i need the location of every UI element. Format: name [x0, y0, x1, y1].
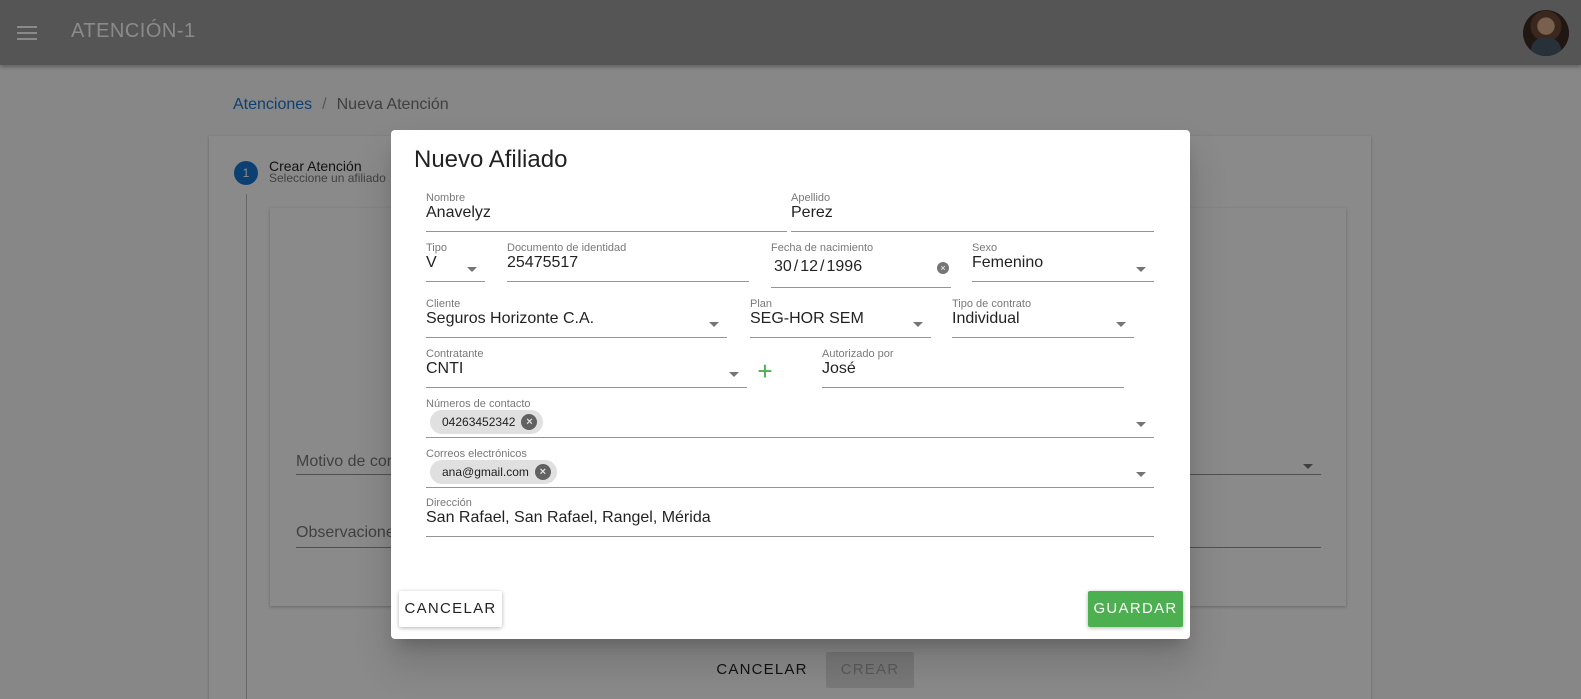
- arrow-drop-down-icon[interactable]: [709, 322, 719, 327]
- tipo-contrato-value: Individual: [952, 310, 1020, 327]
- fecha-input[interactable]: 30/12/1996: [774, 258, 864, 276]
- fecha-sep: /: [793, 258, 799, 275]
- correos-field[interactable]: Correos electrónicos ana@gmail.com ×: [426, 448, 1154, 488]
- plan-value: SEG-HOR SEM: [750, 310, 864, 327]
- chip-label: 04263452342: [442, 415, 516, 429]
- arrow-drop-down-icon[interactable]: [467, 267, 477, 272]
- new-affiliate-dialog: Nuevo Afiliado Nombre Anavelyz Apellido …: [391, 130, 1190, 639]
- dialog-title: Nuevo Afiliado: [414, 146, 568, 173]
- correos-underline: [426, 487, 1154, 488]
- fecha-underline: [771, 287, 951, 288]
- tipo-select[interactable]: Tipo V: [426, 242, 485, 282]
- apellido-underline: [791, 231, 1154, 232]
- sexo-label: Sexo: [972, 242, 998, 254]
- documento-label: Documento de identidad: [507, 242, 627, 254]
- fecha-label: Fecha de nacimiento: [771, 242, 874, 254]
- cancel-circle-icon[interactable]: ×: [534, 464, 551, 480]
- autorizado-input[interactable]: José: [822, 360, 856, 378]
- tipo-underline: [426, 281, 485, 282]
- plan-select[interactable]: Plan SEG-HOR SEM: [750, 298, 931, 338]
- numeros-underline: [426, 437, 1154, 438]
- autorizado-underline: [822, 387, 1124, 388]
- arrow-drop-down-icon[interactable]: [1116, 322, 1126, 327]
- chip-label: ana@gmail.com: [442, 465, 529, 479]
- apellido-input[interactable]: Perez: [791, 204, 833, 222]
- arrow-drop-down-icon[interactable]: [1136, 472, 1146, 477]
- plan-label: Plan: [750, 298, 773, 310]
- fecha-month[interactable]: 12: [800, 258, 818, 275]
- arrow-drop-down-icon[interactable]: [729, 372, 739, 377]
- fecha-sep: /: [820, 258, 825, 275]
- clear-circle-icon[interactable]: ×: [937, 262, 949, 274]
- numeros-label: Números de contacto: [426, 398, 531, 410]
- tipo-label: Tipo: [426, 242, 447, 254]
- nombre-label: Nombre: [426, 192, 466, 204]
- contratante-underline: [426, 387, 747, 388]
- nombre-underline: [426, 231, 787, 232]
- documento-underline: [507, 281, 749, 282]
- arrow-drop-down-icon[interactable]: [1136, 422, 1146, 427]
- sexo-value: Femenino: [972, 254, 1044, 271]
- nombre-field[interactable]: Nombre Anavelyz: [426, 192, 787, 232]
- tipo-contrato-underline: [952, 337, 1134, 338]
- direccion-input[interactable]: San Rafael, San Rafael, Rangel, Mérida: [426, 509, 711, 527]
- save-button[interactable]: GUARDAR: [1088, 591, 1183, 627]
- arrow-drop-down-icon[interactable]: [1136, 267, 1146, 272]
- cancel-button[interactable]: CANCELAR: [399, 591, 502, 627]
- fecha-day[interactable]: 30: [774, 258, 792, 275]
- contratante-value: CNTI: [426, 360, 464, 377]
- tipo-value: V: [426, 254, 437, 271]
- autorizado-label: Autorizado por: [822, 348, 894, 360]
- arrow-drop-down-icon[interactable]: [913, 322, 923, 327]
- cliente-label: Cliente: [426, 298, 461, 310]
- fecha-year[interactable]: 1996: [827, 258, 863, 275]
- apellido-field[interactable]: Apellido Perez: [791, 192, 1154, 232]
- tipo-contrato-select[interactable]: Tipo de contrato Individual: [952, 298, 1134, 338]
- cancel-circle-icon[interactable]: ×: [521, 414, 538, 430]
- direccion-label: Dirección: [426, 497, 472, 509]
- email-chip[interactable]: ana@gmail.com ×: [430, 460, 557, 484]
- apellido-label: Apellido: [791, 192, 831, 204]
- plan-underline: [750, 337, 931, 338]
- contratante-label: Contratante: [426, 348, 484, 360]
- autorizado-field[interactable]: Autorizado por José: [822, 348, 1124, 388]
- phone-chip[interactable]: 04263452342 ×: [430, 410, 544, 434]
- documento-input[interactable]: 25475517: [507, 254, 578, 272]
- direccion-field[interactable]: Dirección San Rafael, San Rafael, Rangel…: [426, 497, 1154, 537]
- sexo-select[interactable]: Sexo Femenino: [972, 242, 1154, 282]
- sexo-underline: [972, 281, 1154, 282]
- cliente-value: Seguros Horizonte C.A.: [426, 310, 595, 327]
- fecha-nacimiento-field[interactable]: Fecha de nacimiento 30/12/1996 ×: [771, 242, 951, 288]
- cliente-select[interactable]: Cliente Seguros Horizonte C.A.: [426, 298, 727, 338]
- correos-label: Correos electrónicos: [426, 448, 527, 460]
- tipo-contrato-label: Tipo de contrato: [952, 298, 1032, 310]
- cliente-underline: [426, 337, 727, 338]
- direccion-underline: [426, 536, 1154, 537]
- documento-field[interactable]: Documento de identidad 25475517: [507, 242, 749, 282]
- nombre-input[interactable]: Anavelyz: [426, 204, 491, 222]
- contratante-select[interactable]: Contratante CNTI: [426, 348, 747, 388]
- add-contratante-plus-icon[interactable]: +: [754, 358, 776, 384]
- numeros-contacto-field[interactable]: Números de contacto 04263452342 ×: [426, 398, 1154, 438]
